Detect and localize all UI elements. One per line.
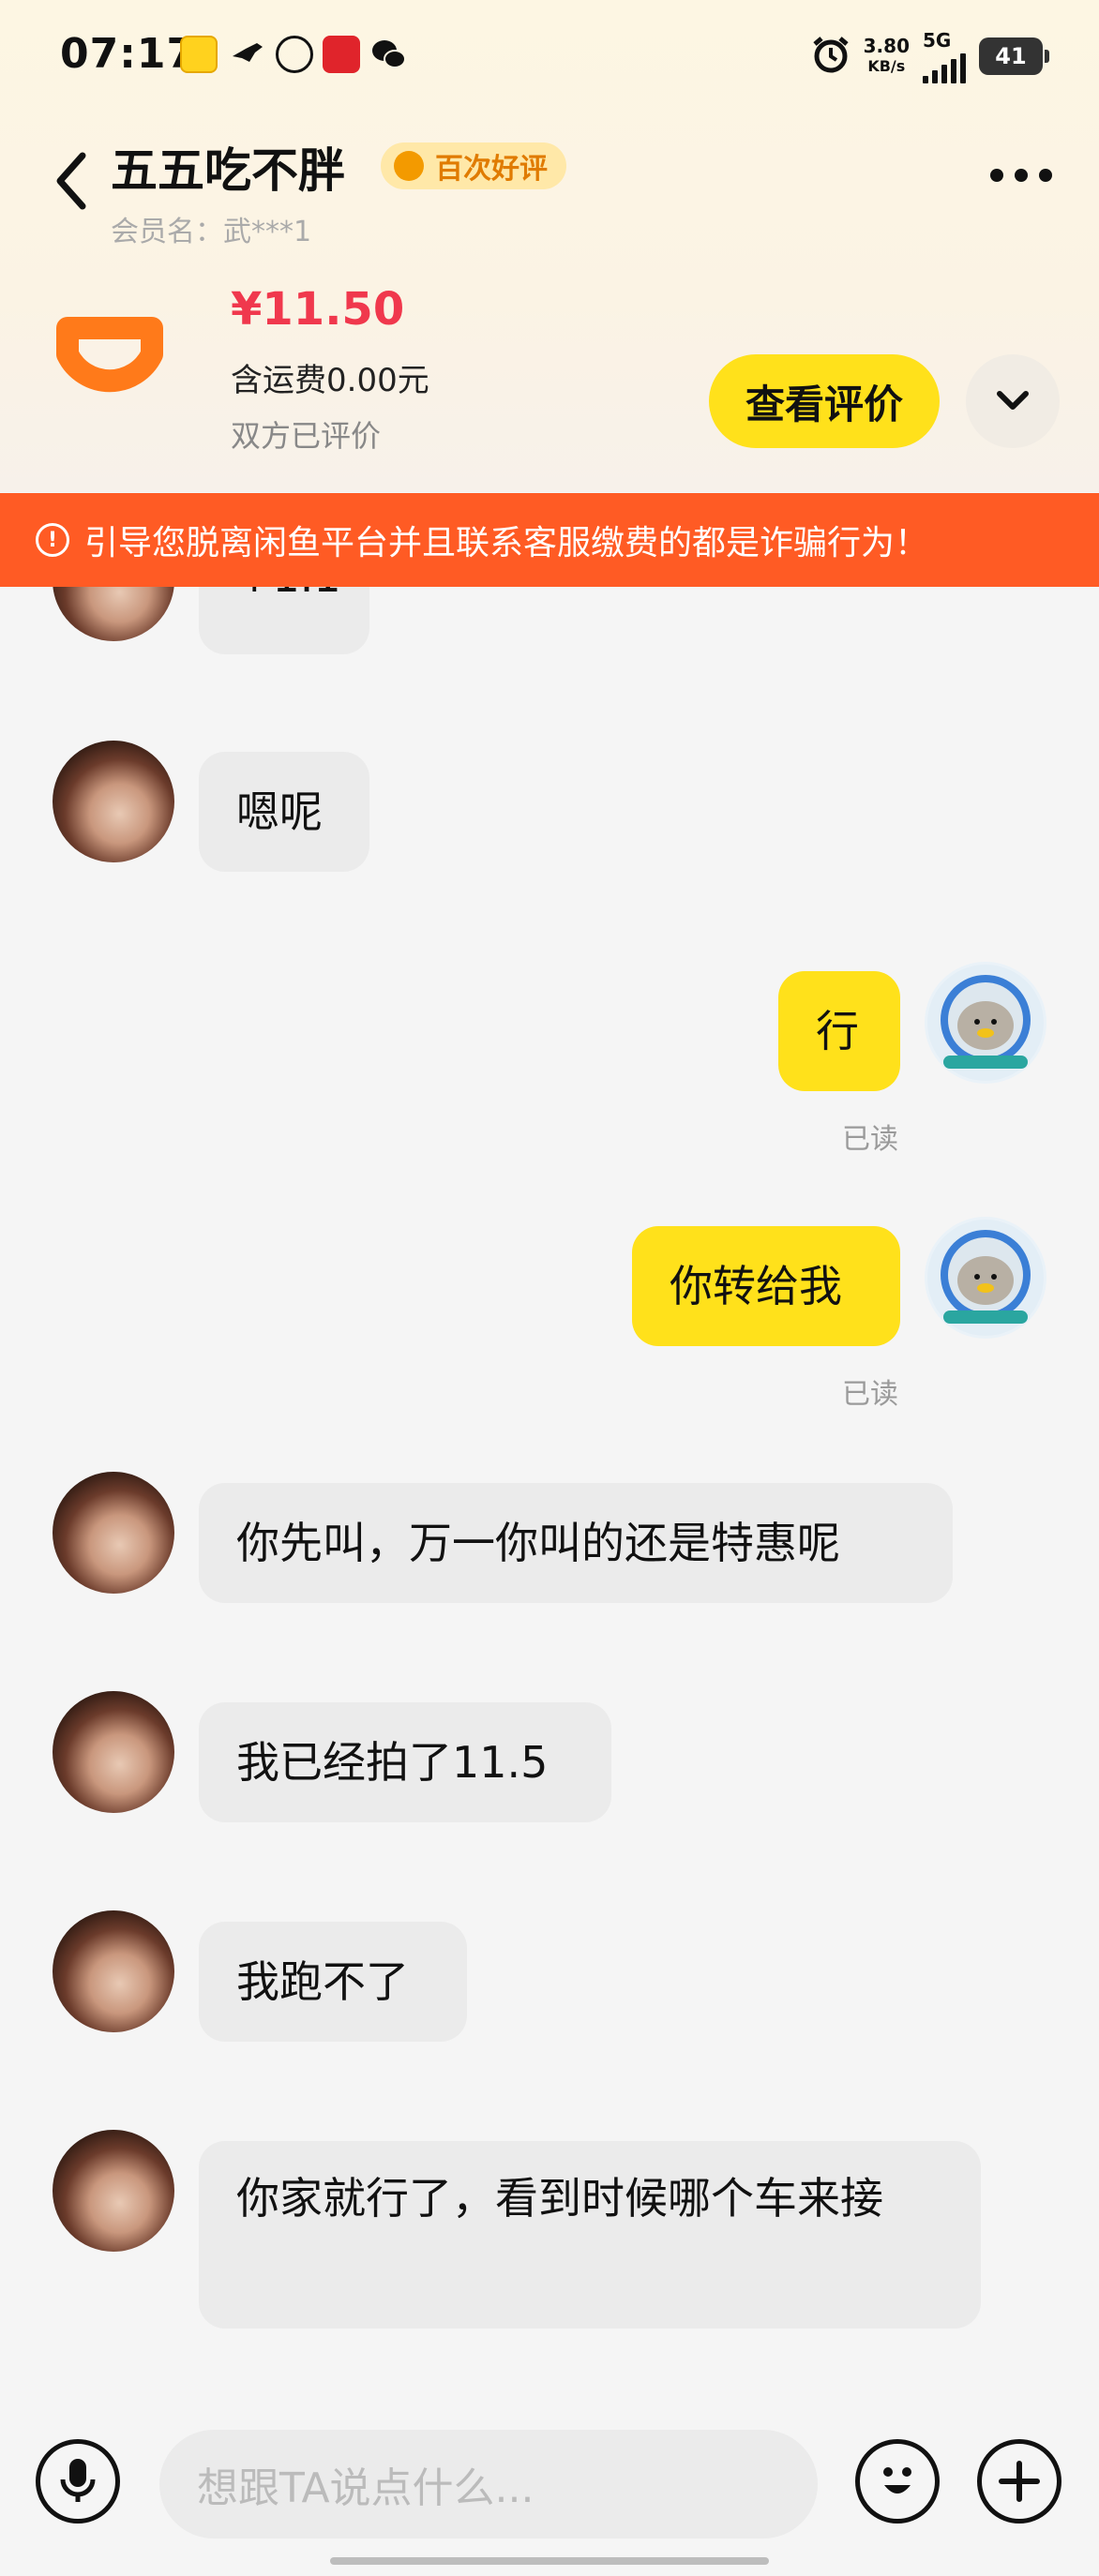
app-notification-icon <box>180 36 218 73</box>
emoji-button[interactable] <box>855 2439 940 2524</box>
member-name: 会员名：武***1 <box>111 216 312 248</box>
message-bubble[interactable]: 你家就行了，看到时候哪个车来接 <box>199 2141 981 2329</box>
network-speed-unit: KB/s <box>867 57 906 75</box>
back-button[interactable] <box>49 148 96 214</box>
my-avatar[interactable] <box>925 962 1046 1084</box>
seller-avatar[interactable] <box>53 1472 174 1594</box>
review-status: 双方已评价 <box>231 418 382 454</box>
message-bubble[interactable]: 你先叫，万一你叫的还是特惠呢 <box>199 1483 953 1603</box>
message-input[interactable]: 想跟TA说点什么... <box>159 2430 818 2539</box>
status-bar: 07:17 3.80 KB/s 5G 41 <box>0 0 1099 112</box>
product-image[interactable] <box>49 298 199 429</box>
voice-button[interactable] <box>36 2439 120 2524</box>
status-time: 07:17 <box>60 30 197 78</box>
more-dot-icon <box>990 169 1003 182</box>
signal-icon <box>923 52 966 83</box>
message-bubble[interactable]: 我已经拍了11.5 <box>199 1702 611 1822</box>
read-receipt: 已读 <box>842 1378 898 1411</box>
more-options-button[interactable] <box>990 169 1052 182</box>
more-dot-icon <box>1039 169 1052 182</box>
view-review-button[interactable]: 查看评价 <box>709 354 940 448</box>
message-bubble[interactable]: 你转给我 <box>632 1226 900 1346</box>
more-actions-button[interactable] <box>977 2439 1061 2524</box>
input-bar: 想跟TA说点什么... <box>0 2400 1099 2576</box>
seller-avatar[interactable] <box>53 587 174 641</box>
didi-logo-icon <box>56 317 163 393</box>
review-badge: 百次好评 <box>381 142 566 189</box>
smiley-icon <box>883 2467 911 2494</box>
compass-notification-icon <box>276 36 313 73</box>
message-bubble[interactable]: +1.1 <box>199 587 369 654</box>
network-speed: 3.80 KB/s <box>864 36 910 77</box>
warning-icon: ! <box>36 523 69 557</box>
message-bubble[interactable]: 嗯呢 <box>199 752 369 872</box>
message-bubble[interactable]: 我跑不了 <box>199 1922 467 2042</box>
chevron-down-icon <box>997 391 1029 410</box>
badge-icon <box>394 151 424 181</box>
bird-notification-icon <box>229 36 266 73</box>
seller-avatar[interactable] <box>53 2130 174 2252</box>
more-dot-icon <box>1015 169 1028 182</box>
my-avatar[interactable] <box>925 1217 1046 1339</box>
microphone-icon <box>60 2459 96 2502</box>
cat-astronaut-icon <box>927 965 1044 1081</box>
expand-button[interactable] <box>966 354 1060 448</box>
fraud-warning-text: 引导您脱离闲鱼平台并且联系客服缴费的都是诈骗行为！ <box>84 524 929 562</box>
seller-avatar[interactable] <box>53 1910 174 2032</box>
network-speed-value: 3.80 <box>863 35 910 57</box>
read-receipt: 已读 <box>842 1123 898 1156</box>
cat-astronaut-icon <box>927 1220 1044 1336</box>
message-bubble[interactable]: 行 <box>778 971 900 1091</box>
seller-avatar[interactable] <box>53 1691 174 1813</box>
product-price: ¥11.50 <box>231 283 405 336</box>
byd-notification-icon <box>323 36 360 73</box>
home-indicator[interactable] <box>330 2557 769 2565</box>
chat-list[interactable]: +1.1 嗯呢 行 已读 你转给我 已读 你先叫，万一你叫的还是特惠呢 <box>0 587 1099 2400</box>
seller-avatar[interactable] <box>53 741 174 862</box>
review-badge-label: 百次好评 <box>435 153 548 186</box>
plus-icon <box>999 2461 1040 2502</box>
network-type: 5G <box>923 29 952 52</box>
battery-icon: 41 <box>979 37 1049 75</box>
wechat-notification-icon <box>369 36 407 73</box>
alarm-icon <box>811 35 851 78</box>
fraud-warning-banner: ! 引导您脱离闲鱼平台并且联系客服缴费的都是诈骗行为！ <box>0 493 1099 587</box>
seller-name[interactable]: 五五吃不胖 <box>111 133 345 201</box>
chevron-left-icon <box>56 152 86 210</box>
shipping-fee: 含运费0.00元 <box>231 362 429 399</box>
